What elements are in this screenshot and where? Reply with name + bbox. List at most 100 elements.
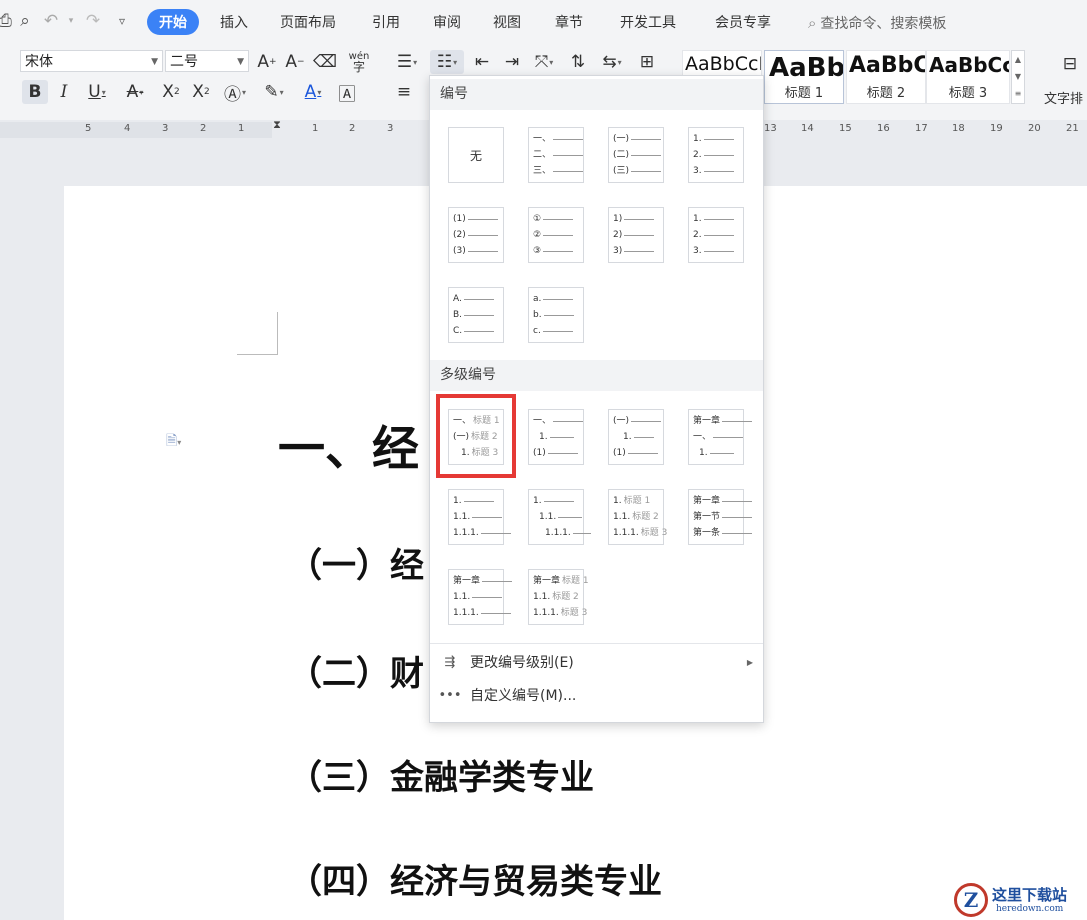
tile-line-rule	[467, 219, 498, 220]
phonetic-guide-button[interactable]: wén 字	[342, 50, 376, 74]
align-left-icon[interactable]: ≡	[392, 80, 416, 104]
style-heading-1[interactable]: AaBb 标题 1	[764, 50, 844, 104]
decrease-indent-icon[interactable]: ⇤	[470, 50, 494, 74]
tile-line-rule	[558, 517, 583, 518]
text-layout-icon[interactable]: ⊟	[1058, 52, 1082, 76]
sort-icon[interactable]: ⇅	[566, 50, 590, 74]
tab-review[interactable]: 审阅	[433, 12, 461, 32]
multilevel-style-tile[interactable]: 一、 1. (1)	[528, 409, 584, 465]
style-gallery-scroll[interactable]: ▲ ▼ ≡	[1011, 50, 1025, 104]
tile-line-rule	[709, 453, 734, 454]
table-tab-icon[interactable]: ⊞	[634, 50, 660, 74]
multilevel-style-tile[interactable]: 1. 1.1. 1.1.1.	[528, 489, 591, 545]
heading-2-1[interactable]: （一）经	[288, 538, 424, 587]
highlight-icon[interactable]: ✎ ▾	[256, 80, 292, 104]
heading-2-3[interactable]: （三）金融学类专业	[288, 750, 594, 799]
chevron-down-icon[interactable]: ▼	[1012, 68, 1024, 85]
command-search[interactable]: ⌕ 查找命令、搜索模板	[808, 13, 946, 33]
multilevel-style-tile[interactable]: 第一章 第一节 第一条	[688, 489, 753, 545]
tile-line-prefix: 1.1.1.	[453, 608, 479, 618]
tile-line-rule	[463, 501, 494, 502]
increase-indent-icon[interactable]: ⇥	[500, 50, 524, 74]
tile-line: (3)	[453, 246, 498, 257]
tab-developer[interactable]: 开发工具	[620, 12, 676, 32]
heading-2-2[interactable]: （二）财	[288, 646, 424, 695]
numbering-style-tile[interactable]: a. b. c.	[528, 287, 584, 343]
paragraph-handle-icon[interactable]: 🗎▾	[166, 430, 181, 454]
numbering-style-tile[interactable]: 一、 二、 三、	[528, 127, 584, 183]
font-size-select[interactable]: 二号 ▼	[165, 50, 249, 72]
superscript-icon[interactable]: X2	[158, 80, 184, 104]
customize-toolbar-icon[interactable]: ▿	[111, 10, 133, 32]
style-name: 标题 2	[866, 86, 906, 101]
numbering-style-tile[interactable]: 1. 2. 3.	[688, 207, 744, 263]
tile-line-rule	[713, 437, 744, 438]
bullet-list-icon[interactable]: ☰ ▾	[392, 50, 422, 74]
undo-dropdown-icon[interactable]: ▾	[60, 10, 82, 32]
undo-icon[interactable]: ↶	[40, 10, 62, 32]
heading-2-4[interactable]: （四）经济与贸易类专业	[288, 854, 662, 903]
numbering-style-tile[interactable]: ① ② ③	[528, 207, 584, 263]
multilevel-tile-heading-selected[interactable]: 一、 标题 1 (一) 标题 2 1. 标题 3	[448, 409, 504, 465]
numbering-style-tile[interactable]: (一) (二) (三)	[608, 127, 664, 183]
numbering-style-tile[interactable]: (1) (2) (3)	[448, 207, 504, 263]
tile-line-text: 标题 3	[640, 528, 668, 538]
multilevel-style-tile[interactable]: 第一章 1.1. 1.1.1.	[448, 569, 513, 625]
italic-icon[interactable]: I	[53, 80, 75, 104]
shrink-font-icon[interactable]: A −	[284, 50, 306, 74]
clear-format-icon[interactable]: ⌫	[313, 50, 337, 74]
numbering-style-tile[interactable]: 1) 2) 3)	[608, 207, 664, 263]
tile-line-prefix: 1.	[613, 496, 622, 506]
tab-page-layout[interactable]: 页面布局	[280, 12, 336, 32]
chevron-down-icon: ▼	[237, 57, 244, 67]
underline-icon[interactable]: U ▾	[80, 80, 114, 104]
menu-change-number-level[interactable]: ⇶ 更改编号级别(E) ▶	[430, 647, 763, 677]
print-preview-icon[interactable]: ⌕	[14, 10, 36, 32]
level-change-icon: ⇶	[444, 654, 456, 670]
tile-line-rule	[631, 421, 662, 422]
redo-icon[interactable]: ↷	[82, 10, 104, 32]
style-heading-2[interactable]: AaBbC 标题 2	[846, 50, 926, 104]
grow-font-icon[interactable]: A +	[256, 50, 278, 74]
text-effect-icon[interactable]: Ⓐ ▾	[218, 80, 252, 105]
tile-line-rule	[553, 139, 584, 140]
chevron-up-icon[interactable]: ▲	[1012, 51, 1024, 68]
tile-line: 3)	[613, 246, 655, 257]
strikethrough-icon[interactable]: A ▾	[118, 80, 152, 104]
tab-insert[interactable]: 插入	[220, 12, 248, 32]
chinese-layout-icon[interactable]: ⤧ ▾	[528, 50, 560, 74]
tab-member[interactable]: 会员专享	[715, 12, 771, 32]
tab-chapter[interactable]: 章节	[555, 12, 583, 32]
font-name-value: 宋体	[25, 54, 53, 70]
multilevel-style-tile[interactable]: 1. 标题 1 1.1. 标题 2 1.1.1. 标题 3	[608, 489, 667, 545]
ruler-number: 2	[349, 123, 356, 134]
text-layout-label: 文字排	[1044, 92, 1084, 107]
tab-references[interactable]: 引用	[372, 12, 400, 32]
menu-custom-numbering[interactable]: ••• 自定义编号(M)...	[430, 680, 763, 710]
tile-line: 1. 标题 3	[461, 448, 498, 459]
font-name-select[interactable]: 宋体 ▼	[20, 50, 163, 72]
multilevel-style-tile[interactable]: 第一章 标题 1 1.1. 标题 2 1.1.1. 标题 3	[528, 569, 589, 625]
tile-line-prefix: 1.	[623, 432, 632, 442]
indent-marker-icon[interactable]: ⧗	[271, 119, 283, 140]
bold-icon[interactable]: B	[22, 80, 48, 104]
multilevel-style-tile[interactable]: 第一章 一、 1.	[688, 409, 753, 465]
char-border-icon[interactable]: 🄰	[336, 80, 358, 105]
tab-view[interactable]: 视图	[493, 12, 521, 32]
numbered-list-icon[interactable]: ☷ ▾	[430, 50, 464, 74]
numbering-style-tile[interactable]: 1. 2. 3.	[688, 127, 744, 183]
style-sample: AaBbCcD	[929, 53, 1009, 77]
subscript-icon[interactable]: X2	[188, 80, 214, 104]
multilevel-style-tile[interactable]: (一) 1. (1)	[608, 409, 664, 465]
paragraph-mark-icon[interactable]: ⇆ ▾	[596, 50, 628, 74]
heading-1[interactable]: 一、经	[278, 410, 419, 479]
numbering-style-tile[interactable]: A. B. C.	[448, 287, 504, 343]
style-heading-3[interactable]: AaBbCcD 标题 3	[926, 50, 1010, 104]
tile-line: 一、	[533, 416, 584, 427]
font-color-icon[interactable]: A ▾	[296, 80, 330, 104]
tile-line-prefix: 1.	[539, 432, 548, 442]
numbering-none-tile[interactable]: 无	[448, 127, 504, 183]
expand-icon[interactable]: ≡	[1012, 85, 1024, 102]
multilevel-style-tile[interactable]: 1. 1.1. 1.1.1.	[448, 489, 511, 545]
tab-home[interactable]: 开始	[147, 9, 199, 35]
